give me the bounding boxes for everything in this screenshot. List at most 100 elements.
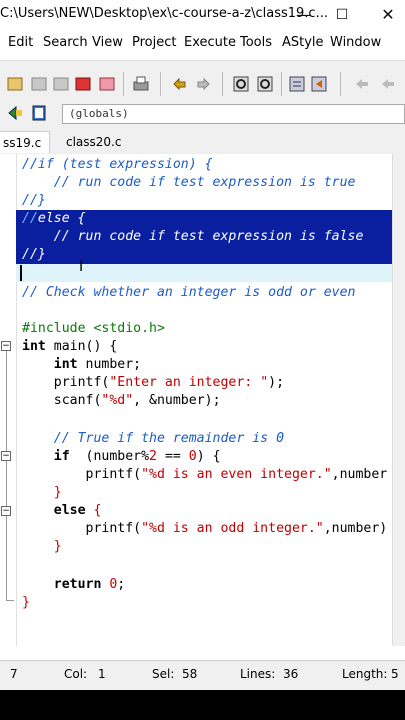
code-line: //else { [22,210,86,228]
maximize-button[interactable]: ☐ [328,4,356,26]
current-line-highlight [16,264,392,282]
code-line: // Check whether an integer is odd or ev… [22,285,356,300]
minimize-button[interactable]: — [290,4,318,26]
code-token: ,number) [323,521,388,536]
code-token: , &number); [133,393,221,408]
code-token: int [22,339,46,354]
run-icon[interactable] [310,75,328,93]
undo-icon[interactable] [170,75,188,93]
code-token: ,number [331,467,388,482]
code-line: printf("Enter an integer: "); [22,374,284,392]
menu-astyle[interactable]: AStyle [282,35,324,50]
toolbar-separator [160,72,161,96]
window-title: C:\Users\NEW\Desktop\ex\c-course-a-z\cla… [0,6,328,21]
compile-icon[interactable] [288,75,306,93]
text-cursor [20,265,22,281]
replace-icon[interactable] [256,75,274,93]
code-token: ) { [196,449,221,464]
menu-window[interactable]: Window [330,35,381,50]
code-token: == [157,449,189,464]
code-line: int main() { [22,338,117,356]
toolbar-separator [281,72,282,96]
unindent-icon[interactable] [378,75,396,93]
status-sel-value: 58 [182,667,198,681]
code-token: number; [77,357,142,372]
menu-tools[interactable]: Tools [240,35,272,50]
close-button[interactable]: ✕ [374,4,402,26]
code-token: ; [117,577,126,592]
code-line: int number; [22,356,141,374]
redo-icon[interactable] [195,75,213,93]
code-line: // run code if test expression is false [22,229,364,244]
code-token: // [22,211,38,226]
tab-class19[interactable]: ss19.c [0,131,51,153]
code-token: "%d is an even integer." [141,467,332,482]
bookmark-icon[interactable] [6,104,24,122]
status-length-value: 5 [391,667,399,681]
code-line: //} [22,193,46,208]
tab-class20[interactable]: class20.c [58,131,129,153]
fold-toggle-icon[interactable]: − [1,451,11,461]
code-line: return 0; [22,576,126,594]
code-line: } [22,595,30,610]
code-line: if (number%2 == 0) { [22,448,221,466]
code-token: scanf( [22,393,102,408]
code-token: "%d is an odd integer." [141,521,324,536]
menu-project[interactable]: Project [132,35,176,50]
find-icon[interactable] [232,75,250,93]
menu-edit[interactable]: Edit [8,35,33,50]
code-line: } [22,485,62,500]
save-all-icon[interactable] [74,75,92,93]
code-token: printf( [22,521,142,536]
ibeam-cursor-icon: I [79,259,84,275]
code-token: "%d" [101,393,134,408]
code-token: <stdio.h> [93,321,165,336]
code-line: printf("%d is an even integer.",number [22,466,388,484]
code-line: // True if the remainder is 0 [22,431,285,446]
selection-highlight [16,246,392,264]
menu-view[interactable]: View [92,35,123,50]
toolbar-separator [340,72,341,96]
status-line-value: 7 [10,667,18,681]
code-token: main() { [45,339,118,354]
code-token: int [22,357,78,372]
status-col-value: 1 [98,667,106,681]
status-length-label: Length: [342,667,388,681]
indent-icon[interactable] [352,75,370,93]
open-icon[interactable] [30,75,48,93]
toolbar-separator [123,72,124,96]
code-token: 0 [188,449,197,464]
fold-toggle-icon[interactable]: − [1,341,11,351]
code-line: //} [22,247,46,262]
fold-guide [6,351,7,601]
code-line: // run code if test expression is true [22,175,356,190]
vertical-scrollbar[interactable] [392,154,405,646]
code-line: else { [22,502,102,520]
class-browser-icon[interactable] [30,104,48,122]
fold-toggle-icon[interactable]: − [1,506,11,516]
code-token: return [22,577,110,592]
toolbar-separator [222,72,223,96]
status-lines-label: Lines: [240,667,276,681]
code-token: #include [22,321,94,336]
code-line: } [22,539,62,554]
status-col-label: Col: [64,667,88,681]
code-token: printf( [22,375,110,390]
close-file-icon[interactable] [98,75,116,93]
code-token: "Enter an integer: " [109,375,269,390]
status-sel-label: Sel: [152,667,175,681]
code-line: printf("%d is an odd integer.",number) [22,520,388,538]
save-icon[interactable] [52,75,70,93]
menu-search[interactable]: Search [43,35,88,50]
menu-execute[interactable]: Execute [184,35,236,50]
code-token: else [22,503,86,518]
fold-guide [6,600,14,601]
print-icon[interactable] [132,75,150,93]
fold-gutter [0,154,17,646]
code-token: { [85,503,102,518]
globals-dropdown[interactable]: (globals) [62,104,405,124]
code-line: //if (test expression) { [22,157,213,172]
code-token: ); [268,375,285,390]
new-file-icon[interactable] [6,75,24,93]
code-line: scanf("%d", &number); [22,392,221,410]
